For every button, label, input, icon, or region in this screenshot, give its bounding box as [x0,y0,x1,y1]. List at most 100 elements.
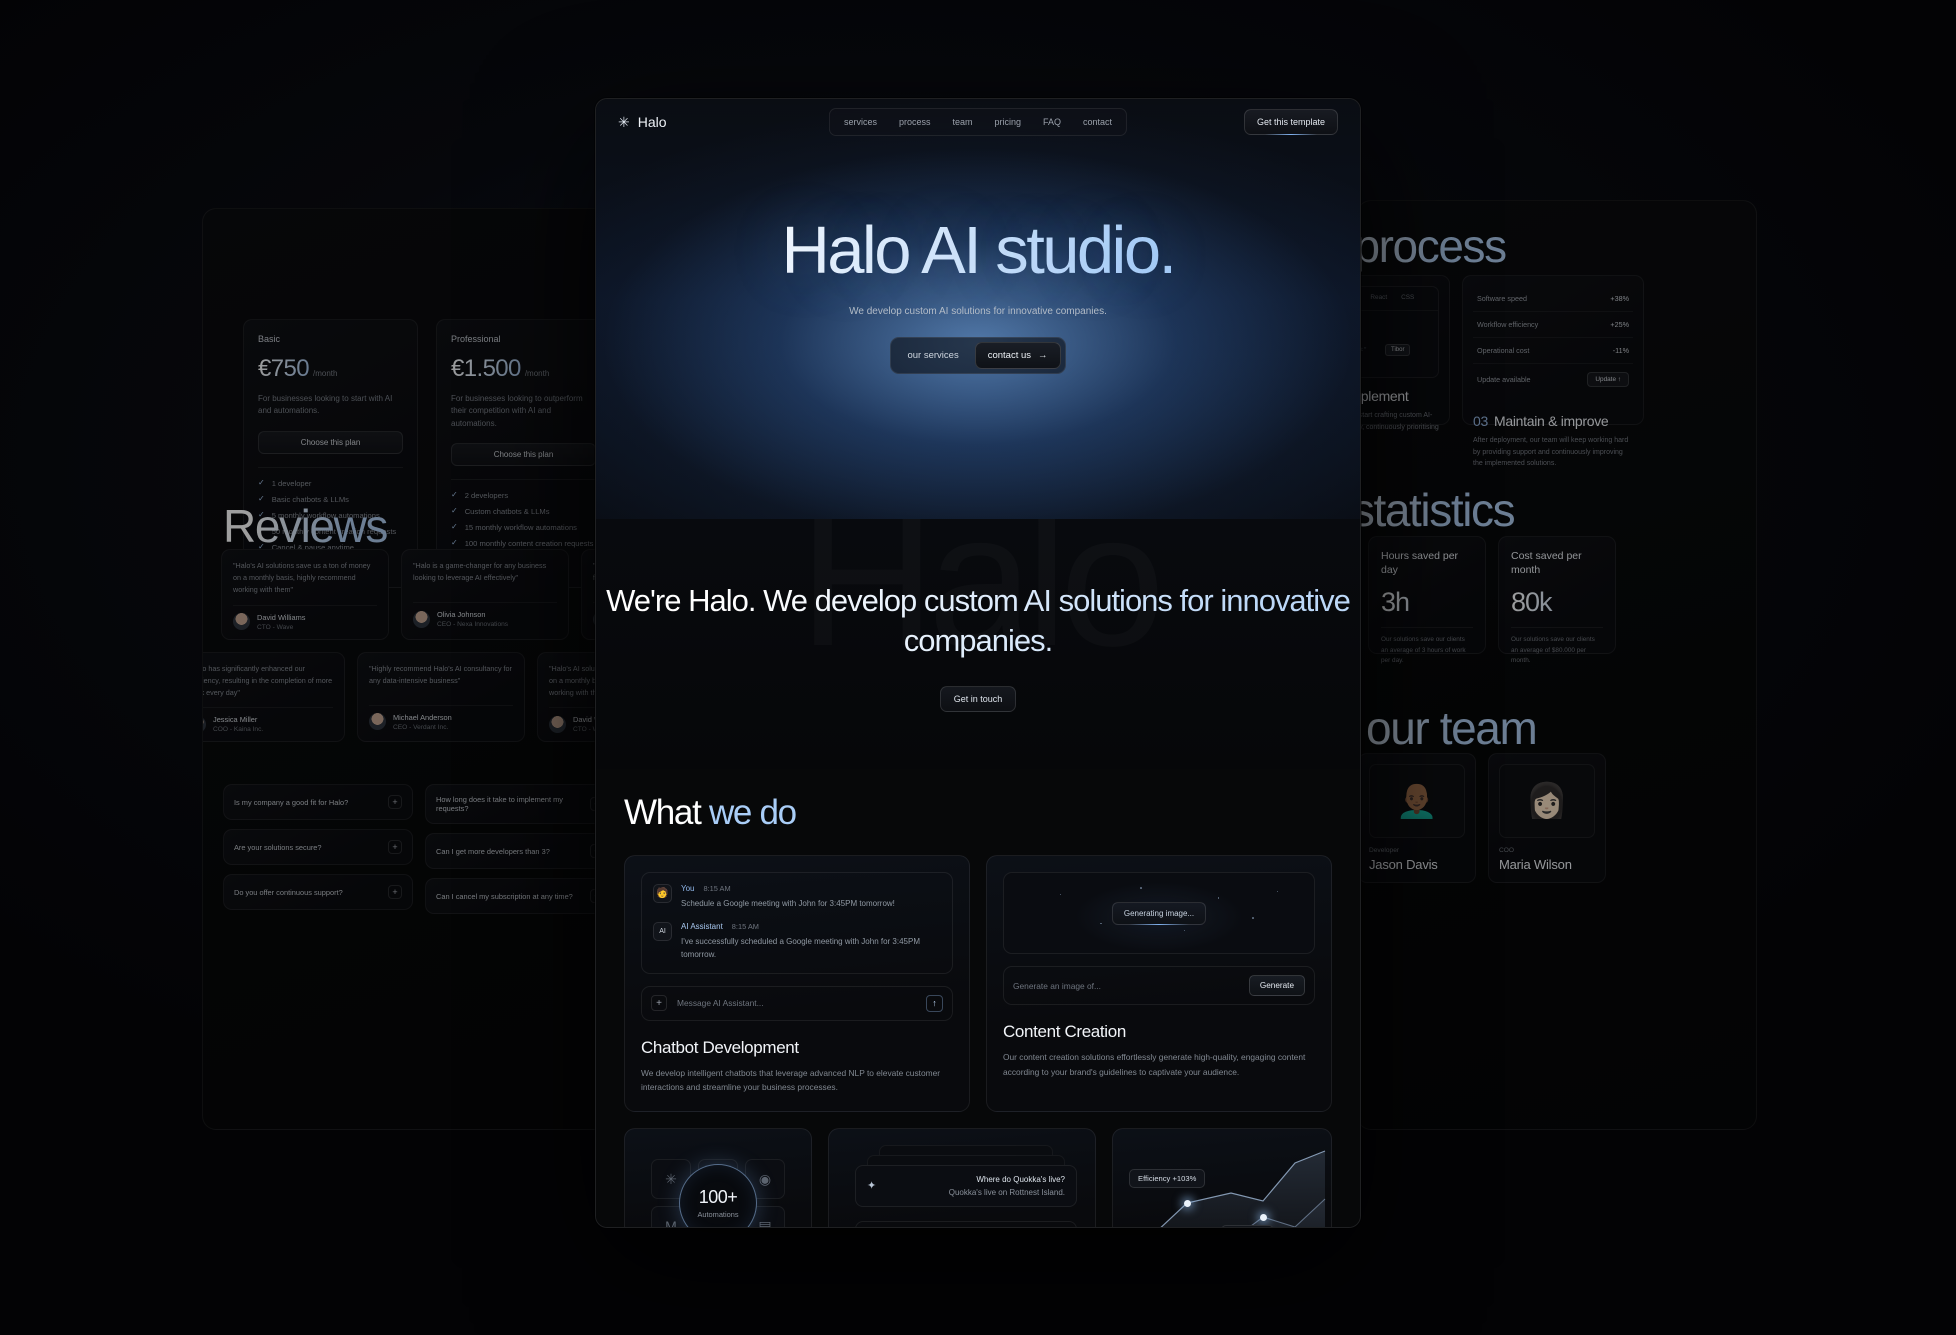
nav-item-contact[interactable]: contact [1075,114,1120,130]
automations-count: 100+ [698,1186,738,1207]
statistics-title: Our statistics [1358,483,1516,537]
service-card-chatbot[interactable]: 🧑 You 8:15 AM Schedule a Google meeting … [624,855,970,1112]
image-prompt-bar[interactable]: Generate an image of... Generate [1003,966,1315,1005]
tab-react[interactable]: React [1365,292,1392,305]
chat-input-placeholder[interactable]: Message AI Assistant... [677,998,916,1008]
review-author-role: CEO - Nexa Innovations [437,621,509,628]
tab-css[interactable]: CSS [1396,292,1419,305]
chat-message-user: 🧑 You 8:15 AM Schedule a Google meeting … [653,884,941,910]
our-services-button[interactable]: our services [895,343,970,368]
feature-label: 15 monthly workflow automations [464,523,577,533]
metric-row: Operational cost -11% [1473,338,1633,364]
chat-time: 8:15 AM [731,922,759,932]
plus-icon[interactable]: + [388,885,402,899]
faq-column-left: Is my company a good fit for Halo? + Are… [223,784,413,923]
qa-question: Where do Quokka's live? [976,1174,1065,1184]
faq-question: Is my company a good fit for Halo? [234,797,349,807]
generate-button[interactable]: Generate [1248,975,1305,996]
get-in-touch-button[interactable]: Get in touch [939,686,1017,713]
metric-value: +38% [1610,294,1629,303]
nav-item-services[interactable]: services [836,114,885,130]
stat-note: Our solutions save our clients an averag… [1381,636,1466,664]
faq-question: Do you offer continuous support? [234,887,343,897]
faq-question: Can I get more developers than 3? [436,846,550,856]
plan-choose-button[interactable]: Choose this plan [258,430,403,454]
stat-card[interactable]: Hours saved per day 3h Our solutions sav… [1368,536,1486,664]
sparkle-dot-icon [1100,922,1102,925]
review-quote: "Halo is a game-changer for any business… [413,561,547,583]
image-prompt-placeholder[interactable]: Generate an image of... [1013,981,1239,991]
faq-item[interactable]: Is my company a good fit for Halo? + [223,784,413,820]
stat-label: Hours saved per day [1381,550,1459,577]
faq-item[interactable]: Can I get more developers than 3? + [425,833,615,869]
process-card-build[interactable]: HTML React CSS 1<html lang="en"> 2<head>… [1358,275,1450,431]
plus-icon[interactable]: + [651,995,667,1012]
prompt-stack: ✦ Where do Quokka's live? Quokka's live … [855,1144,1077,1207]
service-card-content[interactable]: Generating image... Generate an image of… [986,855,1332,1112]
brand-name: Halo [637,114,667,130]
analytics-chart-card[interactable]: Efficiency +103% Cost -67% [1112,1127,1332,1227]
nav-links[interactable]: services process team pricing FAQ contac… [828,108,1128,136]
nav-item-pricing[interactable]: pricing [986,114,1029,130]
service-heading: Chatbot Development [641,1037,799,1057]
metric-row: Software speed +38% [1473,286,1633,312]
qa-answer: Quokka's live on Rottnest Island. [948,1187,1065,1197]
top-navbar: ✳ Halo services process team pricing FAQ… [596,99,1360,145]
plan-choose-button[interactable]: Choose this plan [451,443,596,467]
chat-preview: 🧑 You 8:15 AM Schedule a Google meeting … [641,872,953,974]
nav-item-process[interactable]: process [891,114,939,130]
process-card-maintain[interactable]: Software speed +38% Workflow efficiency +2… [1462,275,1644,467]
automations-caption: Automations [697,1209,739,1219]
member-role: COO [1499,847,1515,854]
check-icon: ✓ [451,490,458,500]
member-name: Maria Wilson [1499,857,1572,872]
plan-card-professional[interactable]: Professional €1.500/month For businesses… [436,319,611,589]
arrow-up-icon[interactable]: ↑ [926,994,943,1012]
review-card[interactable]: "Halo's AI solutions save us a ton of mo… [221,549,389,640]
team-member-card[interactable]: 👩🏻 COO Maria Wilson [1488,753,1606,883]
ai-avatar-icon: AI [653,922,672,942]
code-editor-mock[interactable]: HTML React CSS 1<html lang="en"> 2<head>… [1358,286,1439,378]
process-step-title: 02Build & Implement [1358,388,1439,404]
plan-name: Basic [258,334,281,344]
stat-card[interactable]: Cost saved per month 80k Our solutions s… [1498,536,1616,664]
services-section: What we do 🧑 You 8:15 AM Schedule a Goog… [596,769,1360,1227]
brand-logo[interactable]: ✳ Halo [618,114,667,131]
faq-item[interactable]: Are your solutions secure? + [223,829,413,865]
prompt-card[interactable]: ✦ Where do Quokka's live? Quokka's live … [828,1127,1096,1227]
team-grid: 🧑🏻 CTO Emma Jackson 👨🏾‍🦲 Developer Jason… [1358,753,1606,883]
hero-title: Halo AI studio. [596,217,1360,284]
faq-item[interactable]: Can I cancel my subscription at any time… [425,878,615,914]
code-tabs[interactable]: HTML React CSS [1358,292,1419,305]
automations-card[interactable]: ✳ ◻ ◉ M ✎ ▤ 100+ Automations [624,1127,812,1227]
service-heading: Content Creation [1003,1022,1126,1041]
chat-input-bar[interactable]: + Message AI Assistant... ↑ [641,985,953,1021]
code-editor-toolbar: HTML React CSS [1358,287,1438,311]
feature-label: 100 monthly content creation requests [464,539,594,549]
faq-item[interactable]: Do you offer continuous support? + [223,874,413,910]
update-button[interactable]: Update ↑ [1587,372,1629,387]
nav-item-team[interactable]: team [944,114,980,130]
plan-period: /month [524,369,550,378]
plan-desc: For businesses looking to outperform the… [451,394,583,428]
main-window[interactable]: ✳ Halo services process team pricing FAQ… [595,98,1361,1228]
metric-value: -11% [1612,346,1629,355]
get-template-button[interactable]: Get this template [1243,109,1338,135]
nav-item-faq[interactable]: FAQ [1035,114,1069,130]
plan-desc: For businesses looking to start with AI … [258,394,393,416]
chart-tag-efficiency: Efficiency +103% [1129,1168,1206,1188]
metric-label: Operational cost [1477,346,1530,355]
contact-us-button[interactable]: contact us → [974,342,1061,369]
background-panel-right[interactable]: The process HTML React CSS [1357,200,1757,1130]
faq-item[interactable]: How long does it take to implement my re… [425,784,615,824]
chat-message-ai: AI AI Assistant 8:15 AM I've successfull… [653,922,941,961]
plus-icon[interactable]: + [388,840,402,854]
plus-icon[interactable]: + [388,795,402,809]
divider [1381,627,1473,629]
prompt-input-bar[interactable]: Write your prompt... ↑ [855,1220,1077,1227]
review-card[interactable]: "Halo is a game-changer for any business… [401,549,569,640]
chat-body: Schedule a Google meeting with John for … [681,899,895,908]
plan-name: Professional [451,334,501,344]
team-member-card[interactable]: 👨🏾‍🦲 Developer Jason Davis [1358,753,1476,883]
services-row-bottom: ✳ ◻ ◉ M ✎ ▤ 100+ Automations [624,1127,1332,1227]
